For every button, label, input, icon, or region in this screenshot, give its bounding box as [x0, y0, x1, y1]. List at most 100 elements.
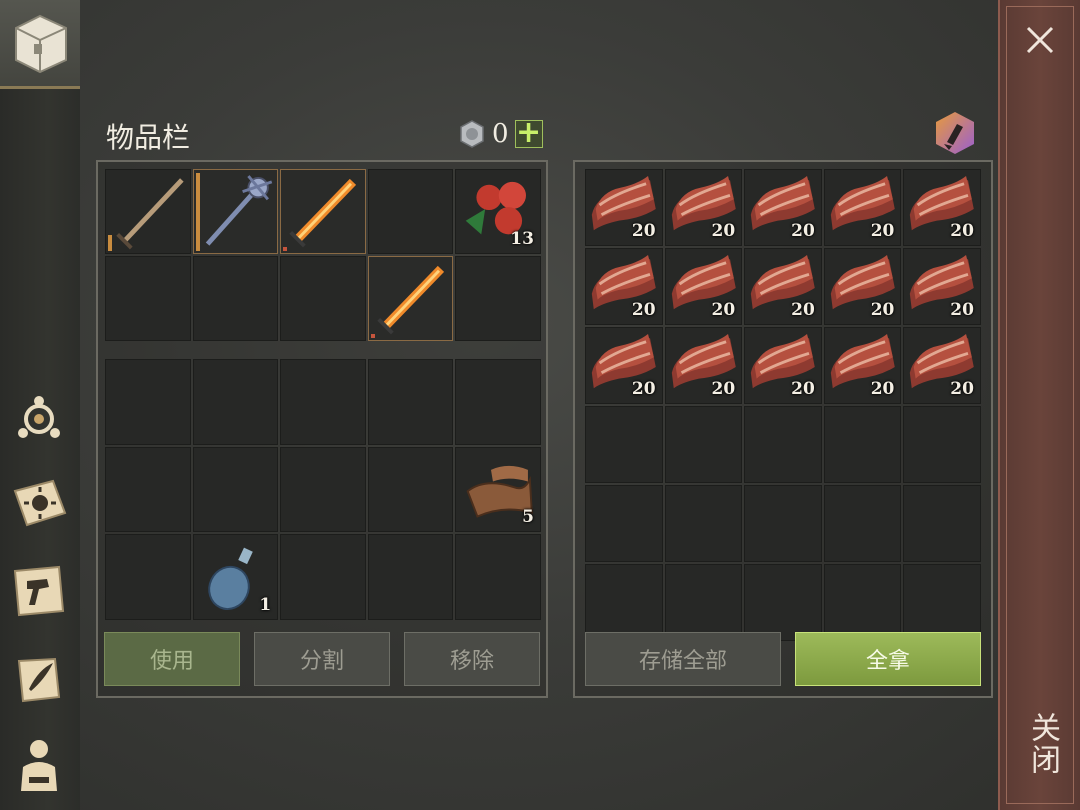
- storage-slot[interactable]: [744, 564, 822, 641]
- item-count: 20: [791, 221, 815, 241]
- storage-slot-meat[interactable]: 20: [585, 327, 663, 404]
- item-count: 20: [791, 300, 815, 320]
- currency-display: 0 +: [458, 118, 543, 149]
- sidebar-item-build[interactable]: [6, 558, 72, 624]
- close-panel-frame: [1006, 6, 1074, 804]
- flaming-sword-icon: [377, 265, 444, 335]
- iron-mace-icon: [205, 175, 272, 246]
- close-icon[interactable]: [1022, 22, 1058, 58]
- bag-grid: 5 1: [105, 359, 541, 620]
- equip-slot-7[interactable]: [192, 256, 279, 341]
- flaming-sword-icon: [289, 178, 357, 248]
- storage-slot-meat[interactable]: 20: [664, 327, 743, 404]
- item-count: 20: [870, 300, 895, 320]
- storage-slot-meat[interactable]: 20: [585, 169, 663, 246]
- close-panel[interactable]: 关闭: [998, 0, 1080, 810]
- bag-slot[interactable]: [105, 446, 191, 532]
- add-currency-button[interactable]: +: [514, 118, 543, 148]
- storage-slot[interactable]: [823, 485, 902, 562]
- bag-slot[interactable]: [192, 359, 279, 445]
- equip-slot-9[interactable]: [367, 256, 454, 341]
- sun-book-icon: [13, 479, 67, 527]
- bag-slot-flask[interactable]: 1: [192, 534, 279, 620]
- equip-grid: 13: [105, 169, 541, 341]
- bag-slot-leather[interactable]: 5: [455, 446, 541, 532]
- storage-slot-meat[interactable]: 20: [664, 169, 743, 246]
- item-count: 20: [711, 379, 736, 399]
- storage-slot[interactable]: [585, 564, 663, 641]
- chest-icon: [15, 14, 67, 74]
- storage-slot[interactable]: [585, 485, 663, 562]
- bag-slot[interactable]: [280, 534, 366, 620]
- storage-slot[interactable]: [744, 485, 822, 562]
- storage-slot[interactable]: [823, 406, 902, 483]
- storage-slot-meat[interactable]: 20: [823, 248, 902, 325]
- storage-slot[interactable]: [903, 564, 981, 641]
- wooden-sword-icon: [116, 178, 184, 250]
- bag-slot[interactable]: [105, 534, 191, 620]
- storage-slot[interactable]: [664, 564, 743, 641]
- item-count: 20: [950, 221, 974, 241]
- storage-slot-meat[interactable]: 20: [744, 248, 822, 325]
- equip-slot-10[interactable]: [455, 256, 541, 341]
- item-count: 20: [791, 379, 815, 399]
- storage-slot[interactable]: [664, 406, 743, 483]
- take-all-button[interactable]: 全拿: [795, 632, 981, 686]
- item-count: 20: [631, 379, 656, 399]
- storage-slot[interactable]: [585, 406, 663, 483]
- item-count: 20: [950, 379, 974, 399]
- item-count: 20: [711, 300, 736, 320]
- storage-slot[interactable]: [903, 406, 981, 483]
- equip-slot-6[interactable]: [105, 256, 191, 341]
- equip-slot-2[interactable]: [192, 169, 279, 254]
- currency-amount: 0: [492, 119, 509, 149]
- storage-slot-meat[interactable]: 20: [664, 248, 743, 325]
- item-count: 20: [870, 221, 895, 241]
- storage-slot-meat[interactable]: 20: [823, 169, 902, 246]
- item-count: 20: [711, 221, 736, 241]
- equip-slot-8[interactable]: [280, 256, 366, 341]
- storage-slot-meat[interactable]: 20: [823, 327, 902, 404]
- storage-slot-meat[interactable]: 20: [744, 327, 822, 404]
- bag-slot[interactable]: [280, 446, 366, 532]
- item-count: 20: [631, 300, 656, 320]
- bag-slot[interactable]: [367, 359, 454, 445]
- sort-broom-icon[interactable]: [932, 110, 978, 156]
- sidebar-item-character[interactable]: [6, 730, 72, 796]
- hammer-map-icon: [13, 565, 65, 617]
- bag-slot[interactable]: [105, 359, 191, 445]
- bag-slot[interactable]: [367, 446, 454, 532]
- character-icon: [21, 740, 57, 791]
- remove-button[interactable]: 移除: [404, 632, 540, 686]
- equip-slot-4[interactable]: [367, 169, 454, 254]
- item-count: 20: [631, 221, 656, 241]
- storage-slot-meat[interactable]: 20: [744, 169, 822, 246]
- storage-slot-meat[interactable]: 20: [903, 327, 981, 404]
- storage-slot[interactable]: [903, 485, 981, 562]
- bag-slot[interactable]: [455, 359, 541, 445]
- sidebar-item-quests[interactable]: [6, 646, 72, 712]
- sidebar-item-skills[interactable]: [6, 470, 72, 536]
- equip-slot-5[interactable]: 13: [455, 169, 541, 254]
- storage-slot-meat[interactable]: 20: [903, 169, 981, 246]
- chest-tab[interactable]: [0, 0, 80, 89]
- storage-slot[interactable]: [664, 485, 743, 562]
- sidebar-item-crafting[interactable]: [6, 386, 72, 452]
- bag-slot[interactable]: [455, 534, 541, 620]
- bag-slot[interactable]: [192, 446, 279, 532]
- split-button[interactable]: 分割: [254, 632, 390, 686]
- storage-grid: 20 20 20 20 20 20 20 20 20 20 20 20 20 20 20: [585, 169, 981, 641]
- close-label[interactable]: 关闭: [1018, 712, 1064, 776]
- bag-slot[interactable]: [367, 534, 454, 620]
- storage-slot[interactable]: [823, 564, 902, 641]
- bag-slot[interactable]: [280, 359, 366, 445]
- item-count: 5: [522, 507, 534, 527]
- storage-slot-meat[interactable]: 20: [585, 248, 663, 325]
- storage-slot-meat[interactable]: 20: [903, 248, 981, 325]
- equip-slot-1[interactable]: [105, 169, 191, 254]
- item-count: 20: [950, 300, 974, 320]
- store-all-button[interactable]: 存储全部: [585, 632, 781, 686]
- use-button[interactable]: 使用: [104, 632, 240, 686]
- storage-slot[interactable]: [744, 406, 822, 483]
- equip-slot-3[interactable]: [280, 169, 366, 254]
